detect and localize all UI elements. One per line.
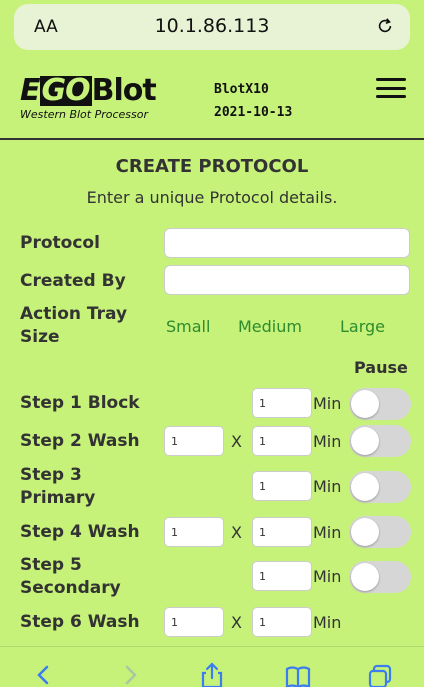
step-5-label: Step 5 Secondary [20,554,121,600]
tabs-icon[interactable] [366,661,394,687]
step-5-label-line1: Step 5 [20,555,82,575]
step-5-min-label: Min [313,567,342,586]
step-2-repeat-input[interactable]: 1 [164,426,224,456]
tray-size-medium[interactable]: Medium [238,317,302,336]
logo-subtitle: Western Blot Processor [20,108,149,121]
logo-name: Blot [91,73,157,108]
device-date: 2021-10-13 [214,105,293,120]
tray-size-small[interactable]: Small [166,317,210,336]
step-6-min-label: Min [313,613,342,632]
step-1-pause-toggle[interactable] [349,388,411,420]
protocol-label: Protocol [20,233,100,253]
created-by-input[interactable] [164,265,410,295]
step-3-min-label: Min [313,477,342,496]
app-header: EGOBlot Western Blot Processor BlotX10 2… [0,62,424,140]
step-2-label: Step 2 Wash [20,431,140,451]
forward-icon[interactable] [116,661,144,687]
step-6-minutes-input[interactable]: 1 [252,607,312,637]
bookmarks-icon[interactable] [284,661,312,687]
device-name: BlotX10 [214,82,269,97]
step-6-label: Step 6 Wash [20,612,140,632]
url-field[interactable]: AA 10.1.86.113 [14,4,410,50]
step-5-minutes-input[interactable]: 1 [252,561,312,591]
protocol-input[interactable] [164,228,410,258]
step-3-pause-toggle[interactable] [349,471,411,503]
step-4-label: Step 4 Wash [20,522,140,542]
step-3-minutes-input[interactable]: 1 [252,471,312,501]
step-5-pause-toggle[interactable] [349,561,411,593]
step-1-minutes-input[interactable]: 1 [252,388,312,418]
hamburger-menu-icon[interactable] [376,78,406,98]
step-1-label: Step 1 Block [20,393,140,413]
step-1-min-label: Min [313,394,342,413]
step-4-pause-toggle[interactable] [349,516,411,548]
step-4-repeat-input[interactable]: 1 [164,517,224,547]
egoblot-logo: EGOBlot Western Blot Processor [20,73,157,122]
pause-column-header: Pause [354,358,408,377]
browser-address-bar: AA 10.1.86.113 [0,0,424,62]
reload-icon[interactable] [376,17,394,35]
step-3-label-line2: Primary [20,488,96,508]
tray-size-label-line2: Size [20,327,60,347]
logo-go: GO [39,73,92,108]
step-2-minutes-input[interactable]: 1 [252,426,312,456]
browser-toolbar [0,646,424,687]
step-4-min-label: Min [313,523,342,542]
step-5-label-line2: Secondary [20,578,121,598]
step-2-min-label: Min [313,432,342,451]
step-3-label: Step 3 Primary [20,464,95,510]
share-icon[interactable] [198,661,226,687]
step-6-x-label: X [231,613,242,632]
back-icon[interactable] [30,661,58,687]
step-4-x-label: X [231,523,242,542]
logo-prefix: E [20,73,40,108]
step-4-minutes-input[interactable]: 1 [252,517,312,547]
step-6-repeat-input[interactable]: 1 [164,607,224,637]
url-text[interactable]: 10.1.86.113 [14,15,410,37]
tray-size-large[interactable]: Large [340,317,385,336]
step-2-pause-toggle[interactable] [349,425,411,457]
tray-size-label: Action Tray Size [20,303,127,349]
step-2-x-label: X [231,432,242,451]
step-3-label-line1: Step 3 [20,465,82,485]
tray-size-label-line1: Action Tray [20,304,128,324]
device-info: BlotX10 2021-10-13 [214,78,292,124]
page-subtitle: Enter a unique Protocol details. [86,188,338,207]
created-by-label: Created By [20,271,126,291]
page-title: CREATE PROTOCOL [115,156,309,177]
